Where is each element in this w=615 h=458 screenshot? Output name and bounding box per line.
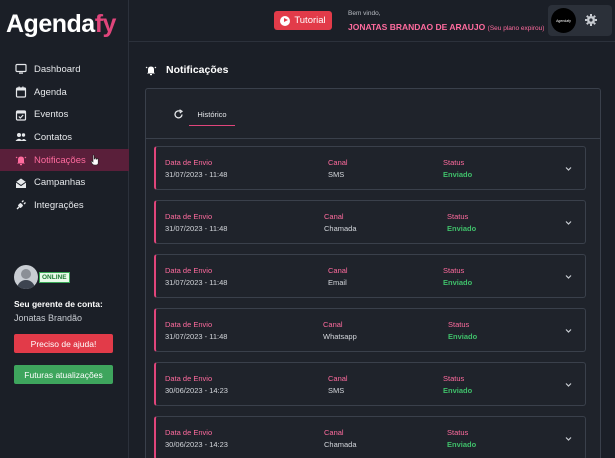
channel-value: Email — [328, 278, 347, 287]
date-value: 31/07/2023 - 11:48 — [165, 224, 228, 233]
sidebar-item-campanhas[interactable]: Campanhas — [0, 171, 129, 194]
tutorial-button[interactable]: Tutorial — [274, 11, 332, 30]
chevron-down-icon[interactable] — [564, 434, 573, 443]
updates-button[interactable]: Futuras atualizações — [14, 365, 113, 384]
status-value: Enviado — [443, 278, 473, 287]
channel-value: Chamada — [324, 440, 357, 449]
avatar — [14, 265, 38, 289]
bell-alert-icon — [15, 154, 27, 166]
notification-row[interactable]: Data de Envio 31/07/2023 - 11:48 Canal W… — [154, 308, 586, 352]
account-manager: ONLINE Seu gerente de conta: Jonatas Bra… — [14, 265, 124, 323]
manager-name: Jonatas Brandão — [14, 313, 83, 323]
calendar-check-icon — [15, 109, 27, 121]
status-label: Status — [443, 266, 465, 275]
hand-cursor-icon — [90, 154, 99, 166]
channel-label: Canal — [328, 266, 348, 275]
date-label: Data de Envio — [165, 266, 213, 275]
channel-label: Canal — [328, 374, 348, 383]
calendar-icon — [15, 86, 27, 98]
sidebar-item-eventos[interactable]: Eventos — [0, 103, 129, 126]
channel-label: Canal — [324, 212, 344, 221]
date-value: 31/07/2023 - 11:48 — [165, 332, 228, 341]
date-label: Data de Envio — [165, 320, 213, 329]
chevron-down-icon[interactable] — [564, 326, 573, 335]
channel-value: Whatsapp — [323, 332, 357, 341]
app-logo[interactable]: Agendafy — [6, 10, 116, 39]
welcome-text: Bem vindo, — [348, 10, 381, 17]
chevron-down-icon[interactable] — [564, 272, 573, 281]
sidebar-item-integracoes[interactable]: Integrações — [0, 194, 129, 217]
sidebar-item-label: Agenda — [34, 86, 67, 98]
play-icon — [280, 15, 291, 26]
date-value: 30/06/2023 - 14:23 — [165, 440, 228, 449]
sidebar-item-label: Campanhas — [34, 177, 86, 189]
date-label: Data de Envio — [165, 374, 213, 383]
channel-label: Canal — [324, 428, 344, 437]
status-value: Enviado — [443, 170, 473, 179]
status-value: Enviado — [448, 332, 478, 341]
date-label: Data de Envio — [165, 158, 213, 167]
chevron-down-icon[interactable] — [564, 218, 573, 227]
status-value: Enviado — [443, 386, 473, 395]
status-value: Enviado — [447, 440, 477, 449]
status-label: Status — [447, 212, 469, 221]
sidebar-item-label: Integrações — [34, 199, 84, 211]
status-label: Status — [443, 158, 465, 167]
sidebar: Agendafy Dashboard Agenda Eventos Contat… — [0, 0, 129, 458]
sidebar-nav: Dashboard Agenda Eventos Contatos Notifi… — [0, 58, 129, 217]
sidebar-item-label: Contatos — [34, 131, 73, 143]
sidebar-item-label: Eventos — [34, 109, 69, 121]
date-value: 31/07/2023 - 11:48 — [165, 170, 228, 179]
header-actions: Agendafy — [548, 5, 612, 36]
tab-historico[interactable]: Histórico — [189, 104, 235, 126]
channel-value: SMS — [328, 170, 345, 179]
channel-label: Canal — [323, 320, 343, 329]
notification-row[interactable]: Data de Envio 31/07/2023 - 11:48 Canal C… — [154, 200, 586, 244]
page-title: Notificações — [145, 64, 228, 76]
company-logo[interactable]: Agendafy — [551, 8, 576, 33]
plug-icon — [15, 199, 27, 211]
sidebar-item-notificacoes[interactable]: Notificações — [0, 148, 129, 172]
tutorial-label: Tutorial — [294, 15, 326, 26]
notification-row[interactable]: Data de Envio 30/06/2023 - 14:23 Canal S… — [154, 362, 586, 406]
bell-alert-icon — [145, 66, 157, 76]
chevron-down-icon[interactable] — [564, 164, 573, 173]
notification-row[interactable]: Data de Envio 31/07/2023 - 11:48 Canal S… — [154, 146, 586, 190]
status-label: Status — [443, 374, 465, 383]
sidebar-item-agenda[interactable]: Agenda — [0, 81, 129, 104]
monitor-icon — [15, 63, 27, 75]
sidebar-item-contatos[interactable]: Contatos — [0, 126, 129, 149]
date-label: Data de Envio — [165, 212, 213, 221]
sidebar-item-label: Dashboard — [34, 63, 81, 75]
user-name: JONATAS BRANDAO DE ARAUJO (Seu plano exp… — [348, 22, 545, 32]
refresh-icon[interactable] — [173, 109, 184, 120]
help-button[interactable]: Preciso de ajuda! — [14, 334, 113, 353]
notification-row[interactable]: Data de Envio 31/07/2023 - 11:48 Canal E… — [154, 254, 586, 298]
date-label: Data de Envio — [165, 428, 213, 437]
users-icon — [15, 131, 27, 143]
gear-icon[interactable] — [584, 13, 598, 27]
envelope-open-icon — [15, 177, 27, 189]
manager-title: Seu gerente de conta: — [14, 299, 103, 309]
status-label: Status — [447, 428, 469, 437]
sidebar-item-dashboard[interactable]: Dashboard — [0, 58, 129, 81]
online-badge: ONLINE — [39, 271, 70, 283]
channel-label: Canal — [328, 158, 348, 167]
notification-row[interactable]: Data de Envio 30/06/2023 - 14:23 Canal C… — [154, 416, 586, 458]
date-value: 30/06/2023 - 14:23 — [165, 386, 228, 395]
page-title-text: Notificações — [166, 64, 229, 76]
tab-bar: Histórico — [146, 89, 600, 139]
channel-value: SMS — [328, 386, 345, 395]
status-label: Status — [448, 320, 470, 329]
sidebar-item-label: Notificações — [34, 154, 86, 166]
status-value: Enviado — [447, 224, 477, 233]
channel-value: Chamada — [324, 224, 357, 233]
date-value: 31/07/2023 - 11:48 — [165, 278, 228, 287]
chevron-down-icon[interactable] — [564, 380, 573, 389]
plan-status: (Seu plano expirou) — [487, 25, 545, 32]
top-header: Tutorial Bem vindo, JONATAS BRANDAO DE A… — [129, 0, 615, 42]
